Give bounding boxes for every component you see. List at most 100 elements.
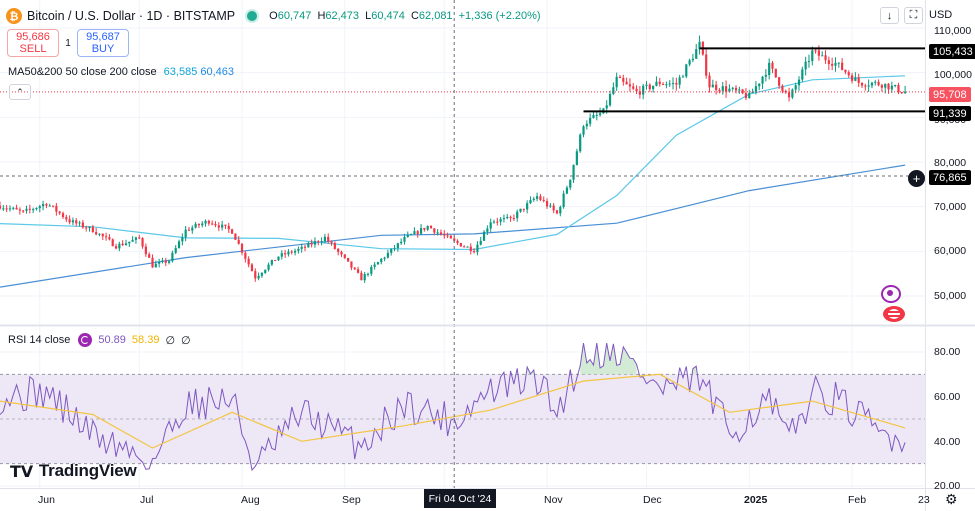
- time-tick: 23: [918, 494, 930, 506]
- candle-body: [433, 228, 436, 233]
- ma-legend[interactable]: MA50&200 50 close 200 close 63,585 60,46…: [8, 66, 234, 78]
- download-icon[interactable]: ↓: [880, 7, 899, 24]
- candle-body: [635, 88, 638, 92]
- time-tick: Sep: [342, 494, 361, 506]
- candle-body: [569, 179, 572, 188]
- tradingview-mark-icon: TV: [10, 461, 33, 481]
- candle-body: [290, 251, 293, 253]
- candle-body: [8, 208, 12, 210]
- candle-body: [572, 164, 575, 180]
- candle-body: [211, 223, 214, 225]
- tradingview-logo: TV TradingView: [10, 461, 137, 481]
- us-flag-icon[interactable]: [883, 306, 905, 322]
- candle-body: [48, 205, 51, 207]
- candle-body: [870, 82, 874, 86]
- candle-body: [734, 87, 738, 91]
- candle-body: [293, 250, 297, 253]
- candle-body: [781, 85, 784, 91]
- candle-body: [628, 84, 632, 87]
- candle-body: [317, 241, 320, 243]
- candle-body: [565, 187, 569, 194]
- candle-body: [486, 228, 489, 232]
- sell-price: 95,686: [16, 31, 50, 43]
- candle-body: [310, 243, 313, 245]
- close-label: C: [410, 10, 419, 22]
- currency-selector[interactable]: USD: [929, 9, 952, 21]
- candle-body: [595, 114, 598, 116]
- price-tick: 80,000: [934, 157, 967, 169]
- candle-body: [797, 79, 801, 86]
- candle-body: [284, 253, 287, 255]
- candle-body: [42, 204, 45, 207]
- candle-body: [509, 216, 512, 219]
- candle-body: [648, 84, 651, 90]
- candle-body: [134, 237, 138, 240]
- bitcoin-logo-icon: ₿: [6, 8, 22, 24]
- candle-body: [28, 208, 31, 210]
- candle-body: [5, 208, 8, 210]
- candle-body: [207, 220, 210, 224]
- candle-body: [589, 117, 592, 124]
- candle-body: [844, 69, 847, 73]
- buy-button[interactable]: 95,687 BUY: [77, 29, 129, 57]
- candle-body: [81, 222, 84, 228]
- candle-body: [801, 69, 804, 80]
- candle-body: [217, 225, 220, 228]
- candle-body: [118, 243, 121, 249]
- candle-body: [280, 253, 283, 257]
- ohlc-values: O60,747 H62,473 L60,474 C62,081 +1,336 (…: [269, 10, 543, 22]
- candle-body: [890, 85, 893, 90]
- candle-body: [542, 199, 545, 202]
- candle-body: [748, 93, 751, 99]
- candle-body: [496, 221, 499, 223]
- candle-body: [227, 225, 230, 230]
- candle-body: [419, 227, 423, 234]
- candle-body: [350, 261, 353, 268]
- candle-body: [482, 231, 486, 241]
- fullscreen-icon[interactable]: ⛶: [904, 7, 923, 24]
- candle-body: [214, 224, 217, 226]
- rsi-legend[interactable]: RSI 14 close 50.89 58.39 ∅ ∅: [8, 333, 191, 347]
- sell-button[interactable]: 95,686 SELL: [7, 29, 59, 57]
- candle-body: [161, 260, 164, 262]
- candle-body: [201, 223, 204, 226]
- candle-body: [91, 226, 94, 233]
- candle-body: [744, 93, 748, 99]
- close-value: 62,081: [418, 10, 453, 22]
- candle-body: [393, 248, 396, 250]
- candle-body: [111, 239, 114, 247]
- candle-body: [144, 246, 147, 255]
- candle-body: [864, 85, 867, 87]
- candle-body: [250, 264, 254, 272]
- candle-body: [51, 205, 55, 207]
- candle-body: [715, 84, 718, 90]
- candle-body: [695, 49, 698, 59]
- candle-body: [410, 234, 413, 236]
- price-tick: 60,000: [934, 245, 967, 257]
- symbol-title[interactable]: Bitcoin / U.S. Dollar · 1D · BITSTAMP: [27, 9, 235, 23]
- candle-body: [721, 86, 724, 91]
- add-alert-button[interactable]: +: [908, 170, 925, 187]
- settings-gear-icon[interactable]: ⚙: [945, 491, 958, 508]
- candle-body: [592, 115, 595, 118]
- candle-body: [446, 235, 449, 237]
- candle-body: [65, 217, 68, 220]
- candle-body: [403, 236, 406, 242]
- candle-body: [771, 62, 774, 69]
- candle-body: [681, 76, 685, 78]
- candle-body: [320, 241, 323, 243]
- candle-body: [313, 241, 317, 245]
- candle-body: [841, 62, 844, 70]
- candle-body: [38, 206, 41, 209]
- candle-body: [204, 220, 207, 224]
- candle-body: [758, 83, 761, 87]
- candle-body: [579, 134, 582, 152]
- events-icon[interactable]: [881, 285, 901, 303]
- rsi-tick: 80.00: [934, 346, 961, 358]
- candle-body: [124, 243, 128, 246]
- collapse-legend-button[interactable]: ⌃: [9, 84, 31, 100]
- candle-body: [545, 201, 549, 207]
- candle-body: [35, 208, 38, 210]
- candle-body: [224, 224, 227, 226]
- candle-body: [376, 262, 380, 265]
